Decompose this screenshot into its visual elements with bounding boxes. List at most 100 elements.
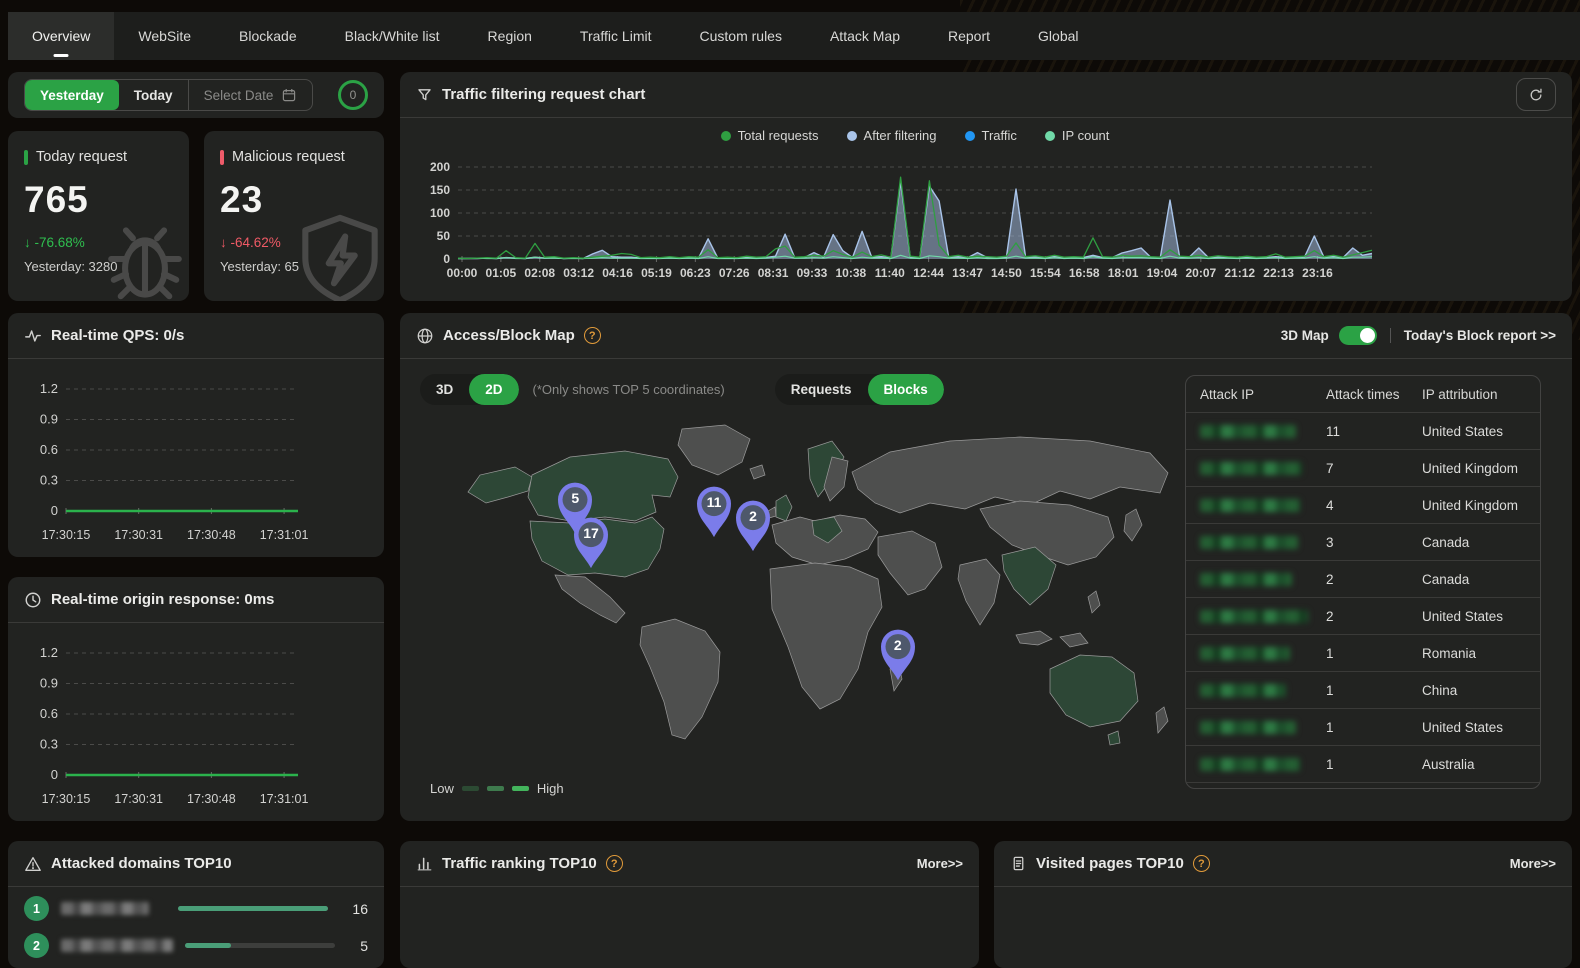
tab-region[interactable]: Region: [464, 12, 556, 60]
tab-global[interactable]: Global: [1014, 12, 1102, 60]
x-tick-label: 21:12: [1224, 266, 1255, 280]
density-dash-mid: [487, 786, 504, 791]
tab-traffic-limit[interactable]: Traffic Limit: [556, 12, 676, 60]
y-tick-label: 0: [51, 767, 58, 782]
legend-item-total-requests[interactable]: Total requests: [721, 128, 819, 143]
map-help-icon[interactable]: ?: [584, 327, 601, 344]
tab-custom-rules[interactable]: Custom rules: [676, 12, 806, 60]
tab-black-white-list[interactable]: Black/White list: [321, 12, 464, 60]
attack-table-row: 1Romania: [1186, 634, 1540, 671]
redacted-attack-ip: [1200, 610, 1308, 623]
y-tick-label: 0.3: [40, 473, 58, 488]
y-tick-label: 150: [430, 183, 450, 197]
block-report-link[interactable]: Today's Block report >>: [1404, 328, 1556, 343]
qps-chart: 00.30.60.91.217:30:1517:30:3117:30:4817:…: [28, 367, 364, 545]
country-alaska: [468, 467, 532, 503]
pin-count: 17: [570, 525, 612, 541]
continent-south-america: [640, 619, 720, 739]
legend-label: After filtering: [864, 128, 937, 143]
refresh-countdown-badge: 0: [338, 80, 368, 110]
map-2d-button[interactable]: 2D: [469, 374, 518, 405]
x-tick-label: 23:16: [1302, 266, 1333, 280]
legend-item-traffic[interactable]: Traffic: [965, 128, 1017, 143]
dashboard-root: OverviewWebSiteBlockadeBlack/White listR…: [0, 0, 1580, 968]
qps-title: Real-time QPS: 0/s: [51, 327, 184, 344]
country-japan: [1124, 509, 1142, 541]
origin-response-header: Real-time origin response: 0ms: [8, 577, 384, 623]
attack-table-row: 1Australia: [1186, 745, 1540, 782]
malicious-request-title-row: Malicious request: [220, 149, 368, 165]
redacted-attack-ip: [1200, 721, 1296, 734]
redacted-attack-ip: [1200, 462, 1302, 475]
x-tick-label: 01:05: [486, 266, 517, 280]
attack-table-row: 11United States: [1186, 412, 1540, 449]
refresh-button[interactable]: [1516, 78, 1556, 111]
yesterday-button[interactable]: Yesterday: [25, 80, 119, 110]
x-tick-label: 17:30:48: [187, 792, 236, 806]
clock-icon: [24, 591, 42, 609]
domain-attack-count: 5: [347, 938, 368, 954]
traffic-ranking-header: Traffic ranking TOP10 ? More>>: [400, 841, 979, 887]
map-pin[interactable]: 11: [693, 485, 735, 539]
today-button[interactable]: Today: [119, 80, 188, 110]
country-russia: [852, 437, 1168, 513]
x-tick-label: 20:07: [1185, 266, 1216, 280]
legend-item-ip-count[interactable]: IP count: [1045, 128, 1109, 143]
attacked-domains-list: 11625: [8, 893, 384, 961]
pin-count: 5: [554, 490, 596, 506]
map-pin[interactable]: 17: [570, 516, 612, 570]
tab-report[interactable]: Report: [924, 12, 1014, 60]
attack-times-value: 1: [1326, 720, 1422, 735]
redacted-attack-ip: [1200, 536, 1298, 549]
green-tick-marker: [24, 150, 28, 165]
map-3d-button[interactable]: 3D: [420, 374, 469, 405]
traffic-chart-legend: Total requests After filtering Traffic IP c…: [458, 128, 1372, 143]
legend-item-after-filtering[interactable]: After filtering: [847, 128, 937, 143]
country-iceland: [750, 465, 765, 479]
attacked-domains-card: Attacked domains TOP10 11625: [8, 841, 384, 968]
y-tick-label: 100: [430, 206, 450, 220]
series-line-Total requests: [458, 177, 1372, 258]
traffic-ranking-help-icon[interactable]: ?: [606, 855, 623, 872]
attack-table-row: 3Canada: [1186, 523, 1540, 560]
domain-attack-count: 16: [340, 901, 368, 917]
rank-badge: 2: [24, 933, 49, 958]
country-canada: [528, 451, 678, 521]
tab-attack-map[interactable]: Attack Map: [806, 12, 924, 60]
x-tick-label: 10:38: [836, 266, 867, 280]
date-range-toggle: Yesterday Today Select Date: [24, 79, 313, 111]
requests-button[interactable]: Requests: [775, 374, 868, 405]
x-tick-label: 17:30:48: [187, 528, 236, 542]
visited-pages-title: Visited pages TOP10: [1036, 855, 1184, 872]
map-density-legend: Low High: [430, 781, 564, 796]
origin-response-card: Real-time origin response: 0ms 00.30.60.…: [8, 577, 384, 821]
domain-attack-bar: [178, 906, 328, 911]
attack-times-value: 2: [1326, 609, 1422, 624]
map-3d-toggle[interactable]: [1339, 326, 1377, 345]
header-divider: [1390, 328, 1391, 343]
tab-overview[interactable]: Overview: [8, 12, 114, 60]
map-pin[interactable]: 2: [877, 628, 919, 682]
ip-attribution-value: United States: [1422, 609, 1540, 624]
attacked-domains-title: Attacked domains TOP10: [51, 855, 232, 872]
visited-pages-card: Visited pages TOP10 ? More>>: [994, 841, 1572, 968]
world-map[interactable]: 5171122: [420, 417, 1170, 763]
x-tick-label: 16:58: [1069, 266, 1100, 280]
map-pin[interactable]: 2: [732, 499, 774, 553]
x-tick-label: 19:04: [1147, 266, 1178, 280]
attack-times-value: 7: [1326, 461, 1422, 476]
warning-icon: [24, 855, 42, 873]
x-tick-label: 00:00: [447, 266, 478, 280]
attack-table-header: Attack IP Attack times IP attribution: [1186, 376, 1540, 412]
select-date-button[interactable]: Select Date: [188, 80, 313, 110]
visited-pages-more-link[interactable]: More>>: [1510, 856, 1556, 871]
tab-blockade[interactable]: Blockade: [215, 12, 321, 60]
blocks-button[interactable]: Blocks: [868, 374, 944, 405]
attack-table-row: 7United Kingdom: [1186, 449, 1540, 486]
traffic-ranking-more-link[interactable]: More>>: [917, 856, 963, 871]
y-tick-label: 0.9: [40, 676, 58, 691]
tab-website[interactable]: WebSite: [114, 12, 215, 60]
map-note: (*Only shows TOP 5 coordinates): [533, 382, 725, 397]
ip-attribution-value: United Kingdom: [1422, 461, 1540, 476]
visited-pages-help-icon[interactable]: ?: [1193, 855, 1210, 872]
